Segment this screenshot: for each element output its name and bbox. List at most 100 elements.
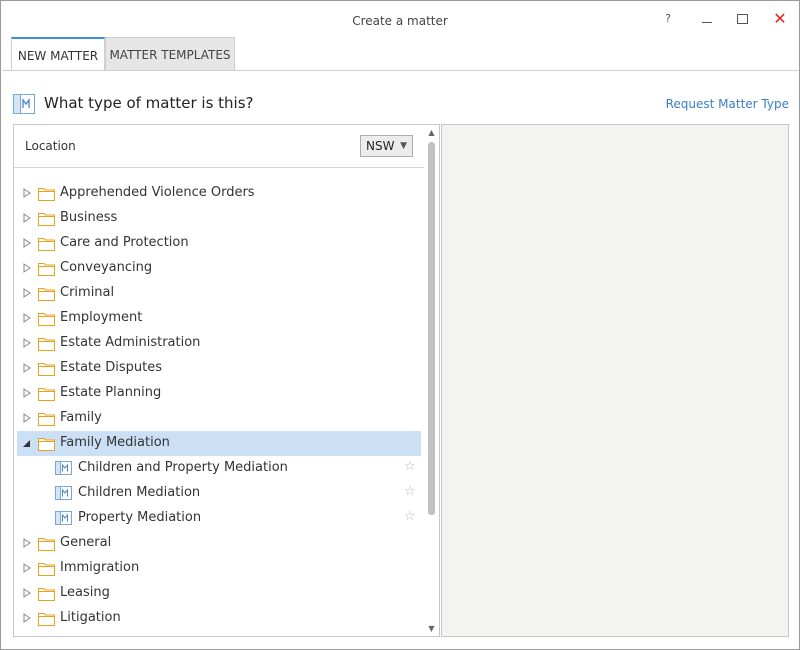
star-icon[interactable]: ☆ [404, 459, 416, 474]
tree-item[interactable]: Litigation [17, 606, 421, 631]
matter-preview-panel [441, 124, 789, 637]
folder-icon [38, 288, 55, 301]
tree-item-label: Conveyancing [60, 260, 153, 275]
tree-item-label: General [60, 535, 112, 550]
folder-icon [38, 188, 55, 201]
minimize-icon [702, 22, 712, 23]
expand-arrow-icon[interactable] [23, 413, 31, 423]
close-button[interactable]: ✕ [770, 10, 790, 28]
tree-item-label: Employment [60, 310, 143, 325]
folder-icon [38, 613, 55, 626]
tree-item[interactable]: Care and Protection [17, 231, 421, 256]
folder-icon [38, 388, 55, 401]
folder-icon [38, 363, 55, 376]
matter-type-panel: Location NSW ▼ Apprehended Violence Orde… [13, 124, 440, 637]
page-title: What type of matter is this? [44, 94, 254, 112]
tree-item[interactable]: Business [17, 206, 421, 231]
tree-item-label: Estate Administration [60, 335, 201, 350]
star-icon[interactable]: ☆ [404, 509, 416, 524]
collapse-arrow-icon[interactable] [23, 438, 31, 448]
expand-arrow-icon[interactable] [23, 238, 31, 248]
expand-arrow-icon[interactable] [23, 288, 31, 298]
expand-arrow-icon[interactable] [23, 563, 31, 573]
folder-icon [38, 313, 55, 326]
matter-type-item[interactable]: Children and Property Mediation ☆ [17, 456, 421, 481]
tree-item[interactable]: Conveyancing [17, 256, 421, 281]
tree-item-label: Care and Protection [60, 235, 189, 250]
tree-item-family-mediation[interactable]: Family Mediation [17, 431, 421, 456]
scroll-up-icon[interactable]: ▲ [424, 125, 439, 140]
location-label: Location [25, 139, 76, 153]
tree-item[interactable]: Criminal [17, 281, 421, 306]
star-icon[interactable]: ☆ [404, 484, 416, 499]
create-matter-window: Create a matter ? ✕ NEW MATTER MATTER TE… [0, 0, 800, 650]
tree-item[interactable]: Estate Administration [17, 331, 421, 356]
tab-new-matter[interactable]: NEW MATTER [11, 37, 105, 71]
matter-type-item[interactable]: Children Mediation ☆ [17, 481, 421, 506]
matter-type-icon [55, 511, 72, 525]
matter-type-item[interactable]: Property Mediation ☆ [17, 506, 421, 531]
expand-arrow-icon[interactable] [23, 613, 31, 623]
request-matter-type-link[interactable]: Request Matter Type [666, 97, 789, 111]
minimize-button[interactable] [697, 10, 717, 28]
expand-arrow-icon[interactable] [23, 588, 31, 598]
expand-arrow-icon[interactable] [23, 538, 31, 548]
tree-item-label: Criminal [60, 285, 115, 300]
location-row: Location NSW ▼ [14, 125, 424, 168]
expand-arrow-icon[interactable] [23, 213, 31, 223]
tree-item[interactable]: Immigration [17, 556, 421, 581]
scroll-down-icon[interactable]: ▼ [424, 621, 439, 636]
matter-type-icon [55, 461, 72, 475]
tree-item[interactable]: Leasing [17, 581, 421, 606]
tab-matter-templates[interactable]: MATTER TEMPLATES [105, 37, 235, 71]
maximize-icon [737, 14, 748, 24]
page-header: What type of matter is this? Request Mat… [13, 92, 789, 116]
tree-item[interactable]: General [17, 531, 421, 556]
folder-icon [38, 438, 55, 451]
folder-icon [38, 338, 55, 351]
expand-arrow-icon[interactable] [23, 338, 31, 348]
tree-item[interactable]: Employment [17, 306, 421, 331]
folder-icon [38, 238, 55, 251]
tree-item-label: Estate Disputes [60, 360, 163, 375]
chevron-down-icon: ▼ [400, 141, 407, 151]
folder-icon [38, 563, 55, 576]
tree-item-label: Immigration [60, 560, 140, 575]
tab-divider [2, 70, 799, 71]
tree-item-label: Family Mediation [60, 435, 170, 450]
matter-type-label: Children and Property Mediation [78, 460, 288, 475]
folder-icon [38, 538, 55, 551]
folder-icon [38, 213, 55, 226]
matter-type-icon [13, 94, 35, 118]
matter-type-label: Children Mediation [78, 485, 201, 500]
location-value: NSW [366, 139, 395, 153]
expand-arrow-icon[interactable] [23, 388, 31, 398]
folder-icon [38, 588, 55, 601]
maximize-button[interactable] [732, 10, 752, 28]
matter-type-tree: Apprehended Violence Orders Business Car… [17, 181, 421, 631]
expand-arrow-icon[interactable] [23, 363, 31, 373]
tree-item-label: Leasing [60, 585, 110, 600]
tree-item[interactable]: Estate Planning [17, 381, 421, 406]
title-bar: Create a matter ? ✕ [1, 1, 799, 37]
matter-type-icon [55, 486, 72, 500]
expand-arrow-icon[interactable] [23, 188, 31, 198]
expand-arrow-icon[interactable] [23, 263, 31, 273]
tree-item[interactable]: Family [17, 406, 421, 431]
tree-item-label: Family [60, 410, 102, 425]
window-title: Create a matter [352, 14, 448, 28]
tree-item-label: Business [60, 210, 118, 225]
tree-item-label: Apprehended Violence Orders [60, 185, 255, 200]
tree-item[interactable]: Estate Disputes [17, 356, 421, 381]
help-button[interactable]: ? [658, 10, 678, 28]
matter-type-label: Property Mediation [78, 510, 202, 525]
tree-item-label: Estate Planning [60, 385, 162, 400]
location-select[interactable]: NSW ▼ [360, 135, 413, 157]
tree-scrollbar[interactable]: ▲ ▼ [424, 125, 439, 636]
tree-item-label: Litigation [60, 610, 121, 625]
tree-item[interactable]: Apprehended Violence Orders [17, 181, 421, 206]
expand-arrow-icon[interactable] [23, 313, 31, 323]
folder-icon [38, 263, 55, 276]
folder-icon [38, 413, 55, 426]
scroll-thumb[interactable] [428, 142, 435, 515]
